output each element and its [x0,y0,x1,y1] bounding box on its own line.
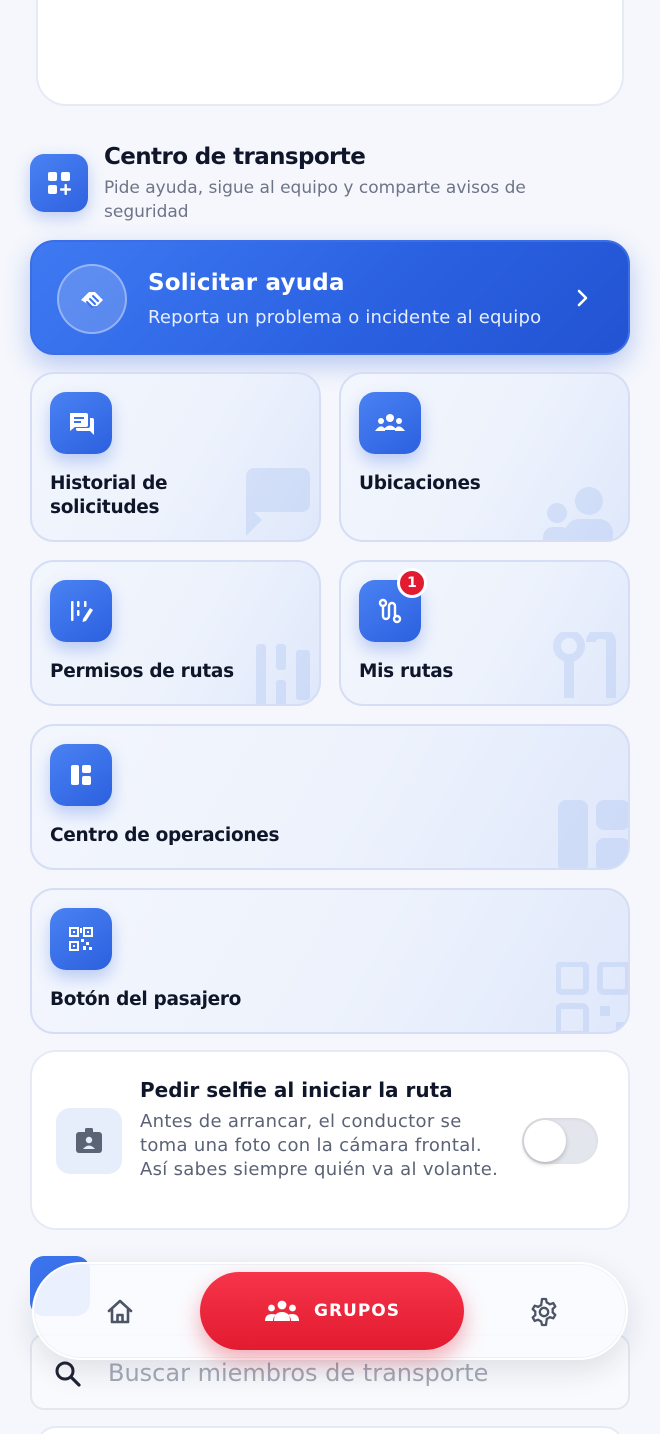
home-icon[interactable] [102,1294,138,1330]
notification-badge: 1 [397,568,427,598]
id-badge-icon [56,1108,122,1174]
tile-locations[interactable]: Ubicaciones [339,372,630,542]
handshake-icon [57,264,127,334]
bottom-nav: GRUPOS [32,1262,628,1360]
tile-route-permissions[interactable]: Permisos de rutas [30,560,321,706]
tile-request-history[interactable]: Historial de solicitudes [30,372,321,542]
tile-label: Botón del pasajero [50,989,242,1010]
transport-center-header: Centro de transporte Pide ayuda, sigue a… [30,140,630,226]
dashboard-icon [50,744,112,806]
tile-label: Ubicaciones [359,473,481,494]
tile-my-routes[interactable]: 1 Mis rutas [339,560,630,706]
help-title: Solicitar ayuda [148,270,345,296]
people-group-icon [264,1300,299,1321]
selfie-setting-card: Pedir selfie al iniciar la ruta Antes de… [30,1050,630,1230]
selfie-description: Antes de arrancar, el conductor se toma … [140,1111,499,1180]
toggle-knob [524,1120,566,1162]
nav-groups-label: GRUPOS [313,1301,400,1321]
search-icon [55,1361,81,1387]
request-help-button[interactable]: Solicitar ayuda Reporta un problema o in… [30,240,630,355]
selfie-toggle[interactable] [522,1118,598,1164]
route-icon: 1 [359,568,427,642]
tile-passenger-button[interactable]: Botón del pasajero [30,888,630,1034]
selfie-title: Pedir selfie al iniciar la ruta [140,1078,453,1102]
section-subtitle: Pide ayuda, sigue al equipo y comparte a… [104,178,526,222]
previous-card [36,0,624,106]
qr-ghost-icon [556,962,628,1032]
tile-operations-center[interactable]: Centro de operaciones [30,724,630,870]
chevron-right-icon [577,289,588,307]
nav-groups-button[interactable]: GRUPOS [200,1272,464,1350]
chat-bubbles-icon [50,392,112,454]
people-ghost-icon [543,487,613,540]
help-subtitle: Reporta un problema o incidente al equip… [148,307,542,328]
tile-label: Permisos de rutas [50,661,234,682]
people-group-icon [359,392,421,454]
chat-bubbles-ghost-icon [246,468,310,536]
tile-label: Centro de operaciones [50,825,280,846]
dashboard-ghost-icon [558,800,628,868]
tile-label: Mis rutas [359,661,454,682]
tile-label: Historial de solicitudes [50,473,168,518]
grid-add-icon [30,154,88,212]
next-card [36,1426,624,1434]
route-ghost-icon [553,632,616,698]
gear-icon[interactable] [524,1292,564,1332]
route-edit-ghost-icon [256,644,310,704]
section-title: Centro de transporte [104,144,366,170]
route-edit-icon [50,580,112,642]
qr-code-icon [50,908,112,970]
